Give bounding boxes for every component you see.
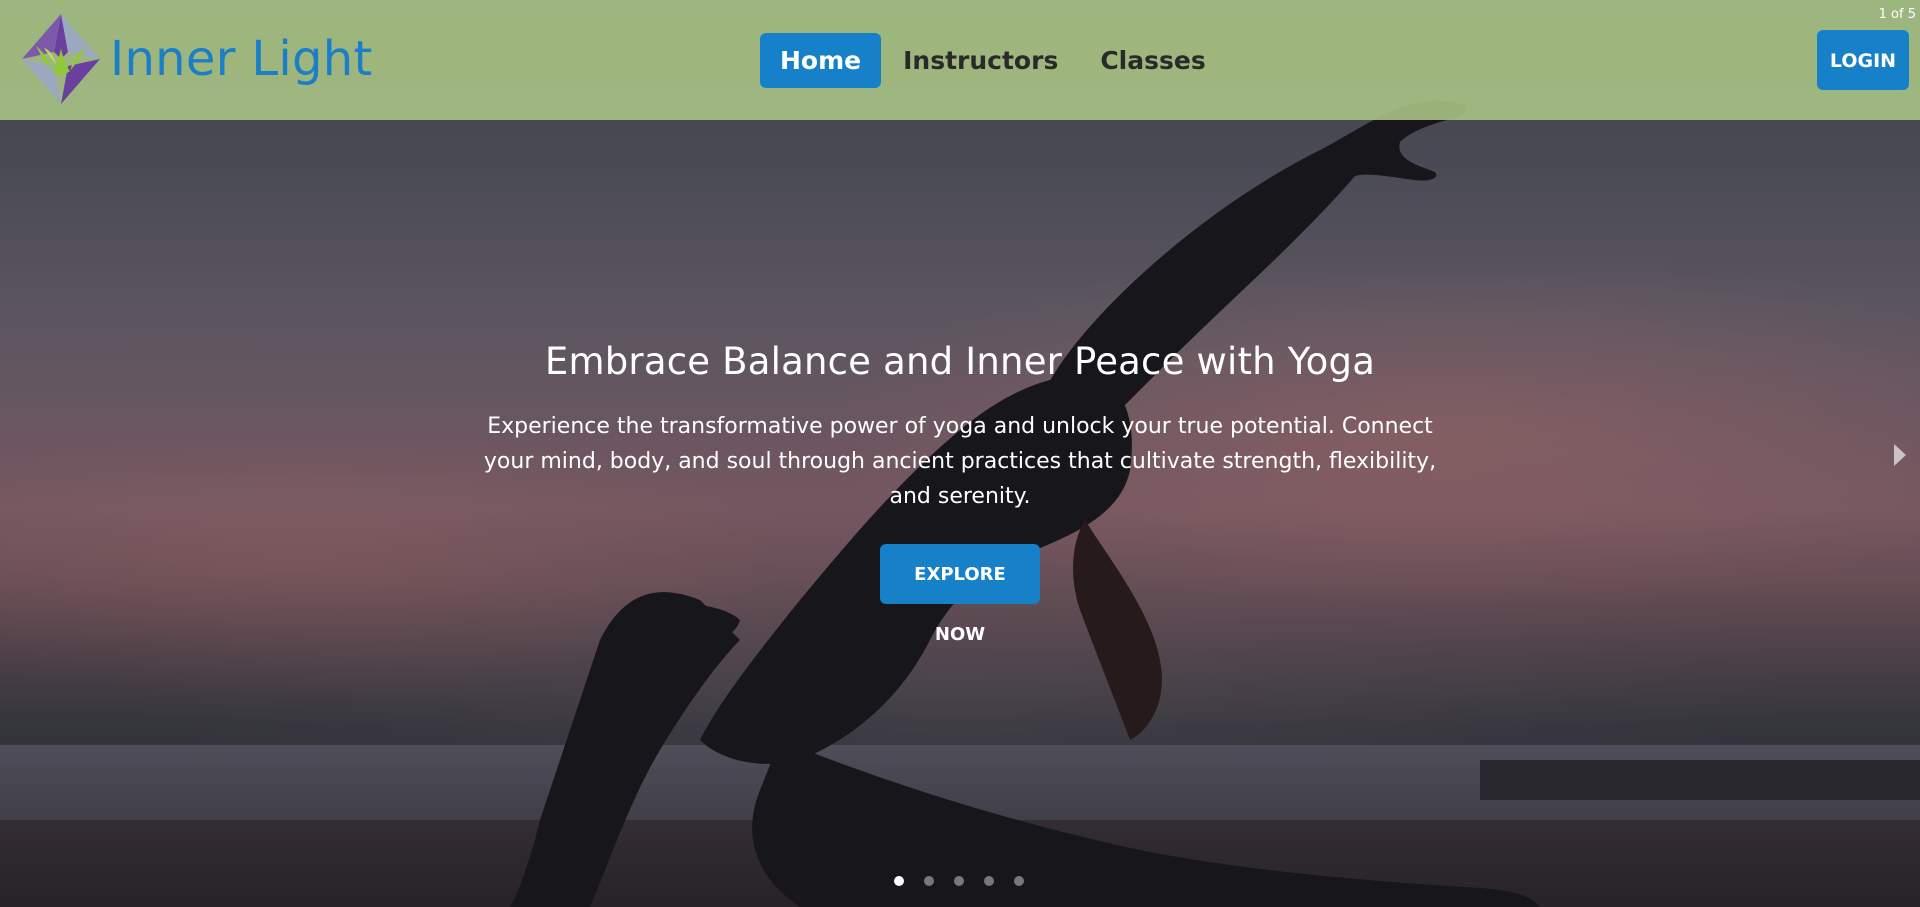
triangle-right-icon[interactable]: [1894, 444, 1906, 466]
hero-description: Experience the transformative power of y…: [483, 414, 1437, 509]
carousel-dot-5[interactable]: [1014, 876, 1024, 886]
hero-content: Embrace Balance and Inner Peace with Yog…: [0, 340, 1920, 645]
nav-instructors[interactable]: Instructors: [883, 33, 1078, 88]
nav-classes[interactable]: Classes: [1080, 33, 1225, 88]
brand-logo-link[interactable]: Inner Light: [14, 12, 373, 106]
lotus-diamond-icon: [22, 14, 100, 104]
main-nav: Home Instructors Classes: [760, 33, 1228, 88]
carousel-dot-3[interactable]: [954, 876, 964, 886]
carousel-dot-2[interactable]: [924, 876, 934, 886]
page: Inner Light Home Instructors Classes LOG…: [0, 0, 1920, 907]
nav-home[interactable]: Home: [760, 33, 882, 88]
carousel-dot-1[interactable]: [894, 876, 904, 886]
site-header: Inner Light Home Instructors Classes LOG…: [0, 0, 1920, 120]
carousel-dots: [894, 876, 1044, 886]
brand-name: Inner Light: [110, 31, 373, 87]
slide-counter: 1 of 5: [1878, 7, 1916, 22]
explore-now-button[interactable]: EXPLORE NOW: [880, 544, 1040, 645]
login-button[interactable]: LOGIN: [1817, 30, 1909, 90]
carousel-dot-4[interactable]: [984, 876, 994, 886]
hero-title: Embrace Balance and Inner Peace with Yog…: [544, 340, 1376, 383]
